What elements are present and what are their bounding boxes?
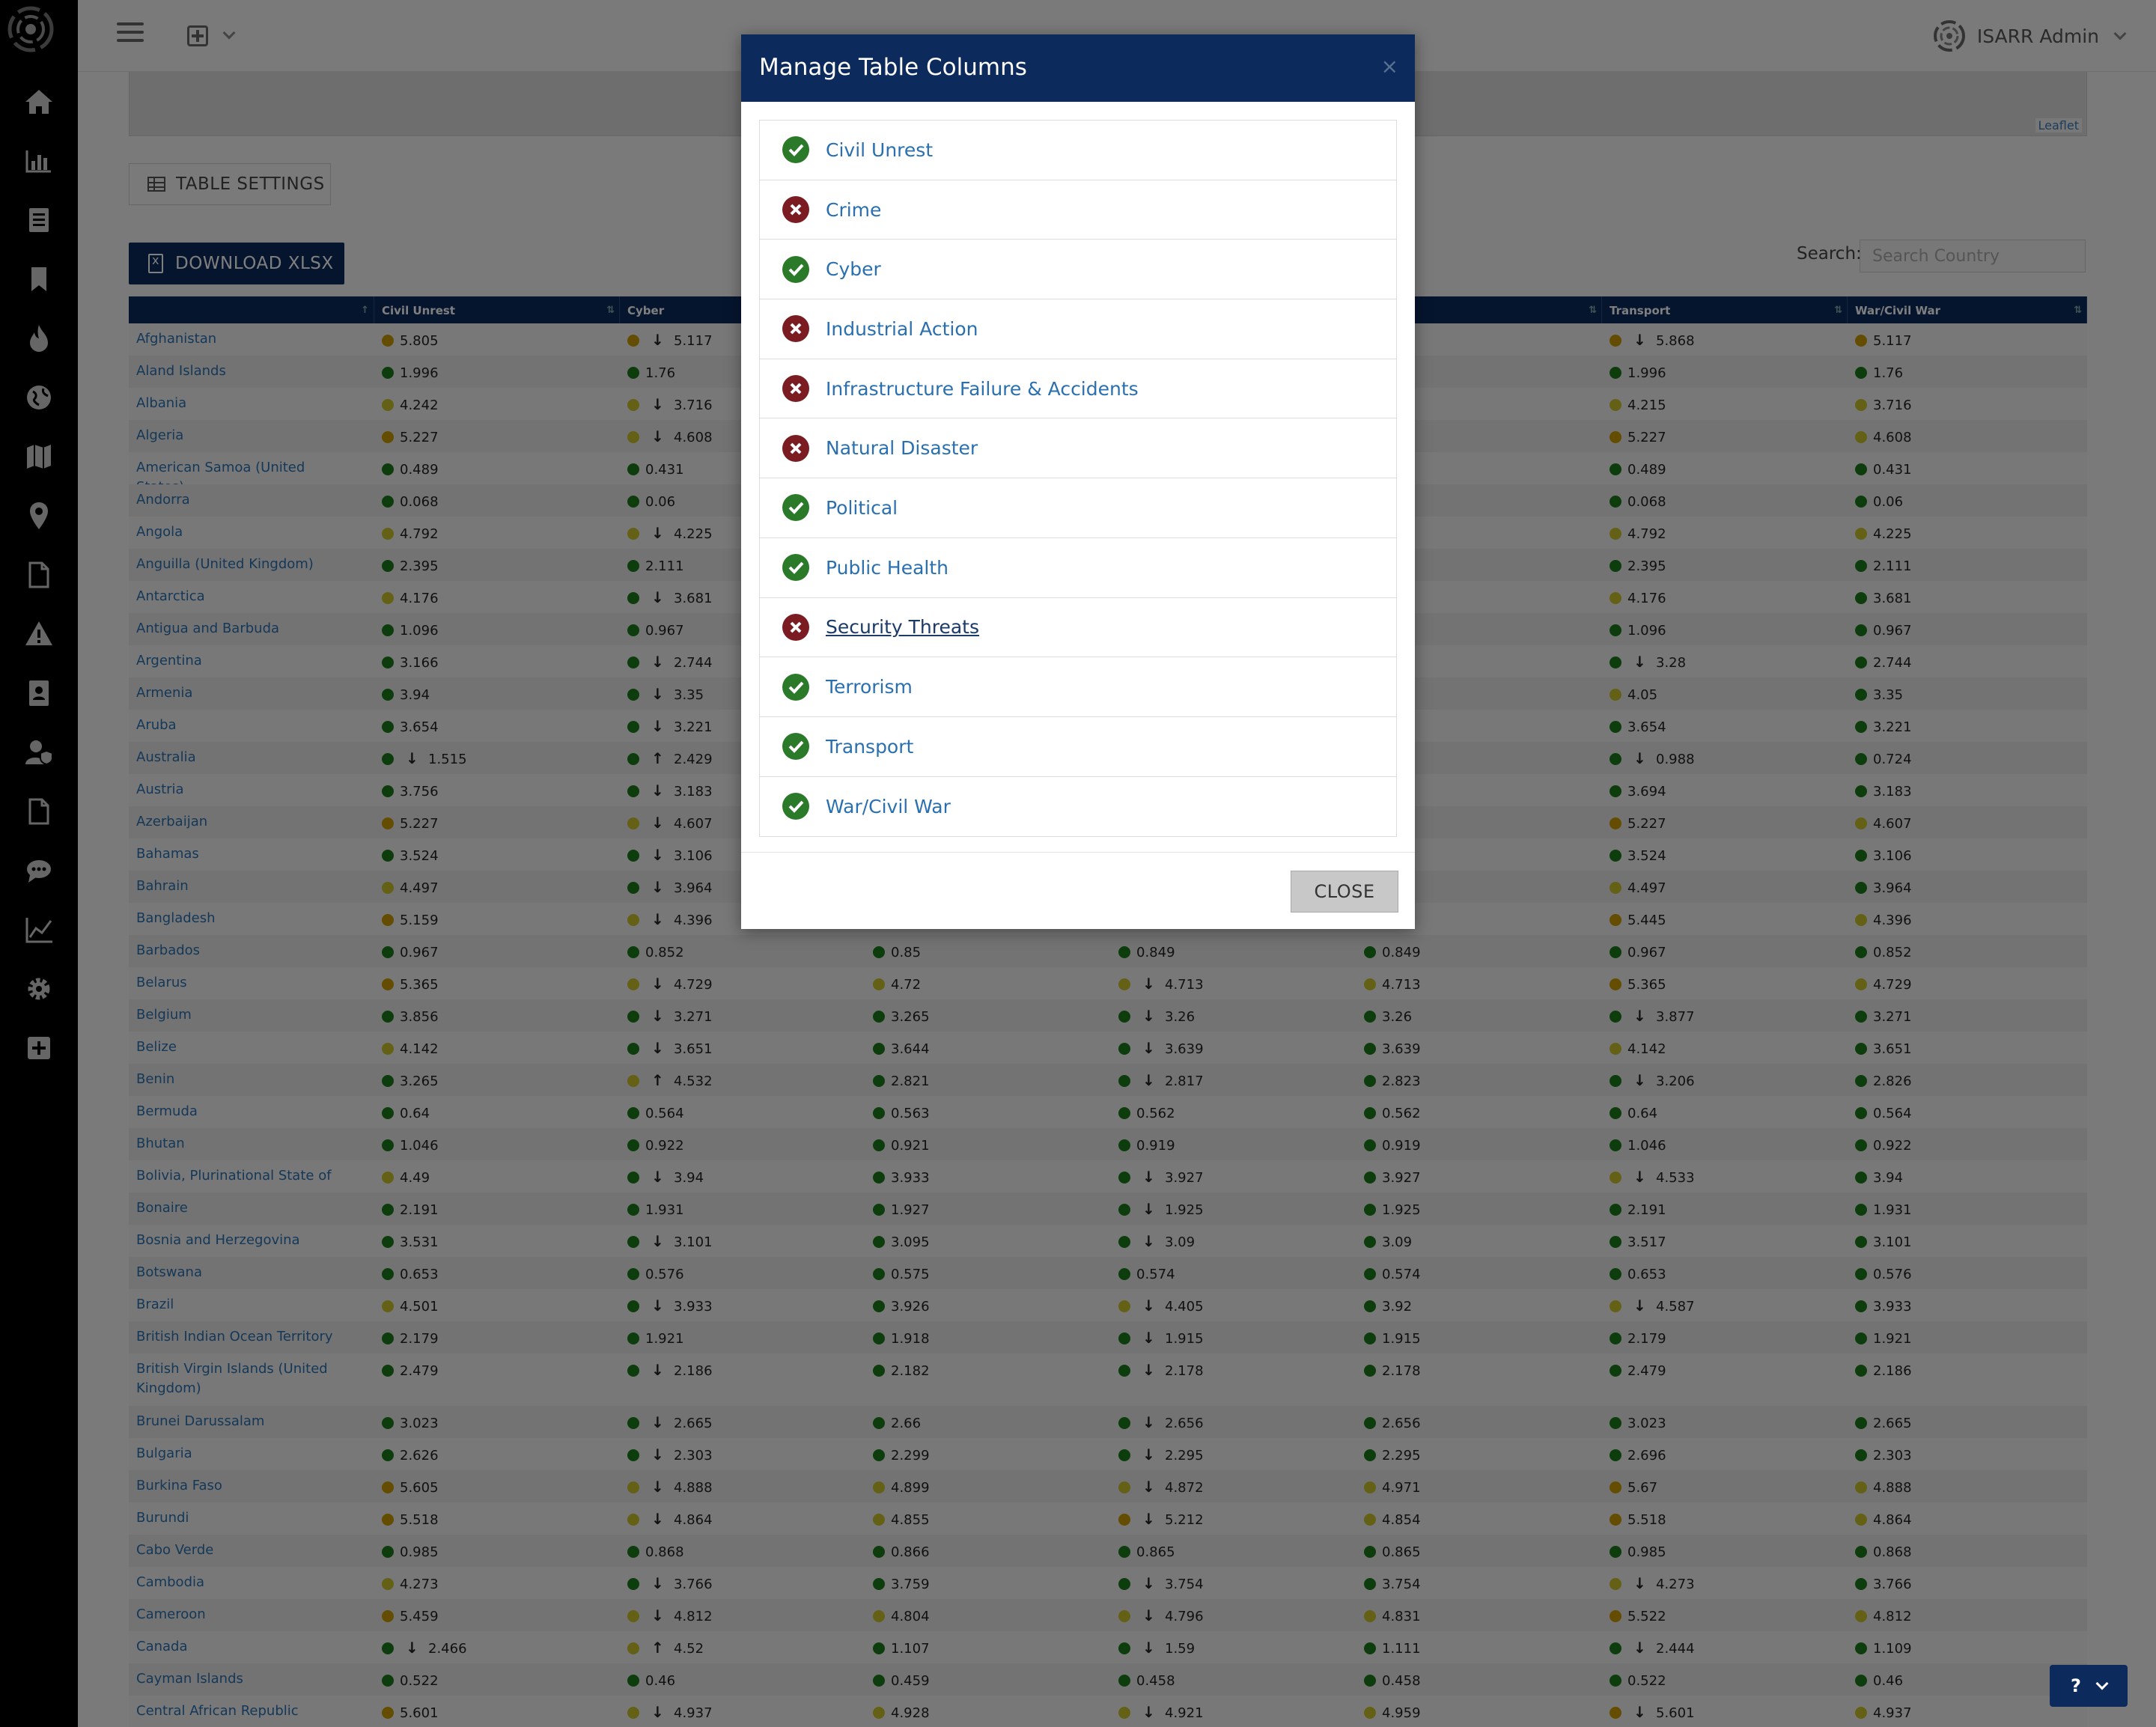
close-button[interactable]: CLOSE	[1291, 871, 1398, 913]
cross-circle-icon[interactable]	[782, 434, 809, 462]
column-toggle-label[interactable]: Public Health	[826, 557, 948, 579]
column-toggle-list: Civil Unrest Crime Cyber Industrial Action I…	[759, 120, 1397, 838]
modal-header: Manage Table Columns ×	[741, 34, 1415, 102]
modal-footer: CLOSE	[741, 852, 1415, 929]
column-toggle-label[interactable]: War/Civil War	[826, 796, 951, 817]
help-chevron-icon	[2095, 1677, 2109, 1690]
column-toggle-item[interactable]: Public Health	[760, 538, 1396, 598]
cross-circle-icon[interactable]	[782, 315, 809, 343]
cross-circle-icon[interactable]	[782, 196, 809, 224]
column-toggle-item[interactable]: Infrastructure Failure & Accidents	[760, 359, 1396, 419]
column-toggle-item[interactable]: Terrorism	[760, 657, 1396, 717]
column-toggle-label[interactable]: Political	[826, 497, 898, 519]
column-toggle-item[interactable]: Crime	[760, 180, 1396, 240]
column-toggle-label[interactable]: Industrial Action	[826, 318, 978, 340]
modal-title: Manage Table Columns	[759, 54, 1027, 81]
column-toggle-label[interactable]: Crime	[826, 199, 881, 221]
column-toggle-item[interactable]: Civil Unrest	[760, 121, 1396, 180]
cross-circle-icon[interactable]	[782, 613, 809, 641]
modal-close-icon[interactable]: ×	[1381, 54, 1398, 79]
column-toggle-item[interactable]: Transport	[760, 717, 1396, 777]
column-toggle-item[interactable]: Industrial Action	[760, 299, 1396, 359]
check-circle-icon[interactable]	[782, 255, 809, 283]
help-icon: ?	[2071, 1675, 2081, 1696]
check-circle-icon[interactable]	[782, 494, 809, 522]
column-toggle-item[interactable]: Security Threats	[760, 598, 1396, 658]
column-toggle-label[interactable]: Natural Disaster	[826, 437, 978, 459]
column-toggle-item[interactable]: Cyber	[760, 240, 1396, 300]
column-toggle-label[interactable]: Terrorism	[826, 676, 913, 698]
cross-circle-icon[interactable]	[782, 375, 809, 403]
column-toggle-item[interactable]: Political	[760, 478, 1396, 538]
check-circle-icon[interactable]	[782, 733, 809, 761]
column-toggle-label[interactable]: Security Threats	[826, 616, 979, 638]
check-circle-icon[interactable]	[782, 793, 809, 820]
column-toggle-label[interactable]: Civil Unrest	[826, 139, 933, 161]
check-circle-icon[interactable]	[782, 554, 809, 582]
column-toggle-item[interactable]: Natural Disaster	[760, 418, 1396, 479]
help-widget[interactable]: ?	[2050, 1665, 2128, 1707]
column-toggle-label[interactable]: Infrastructure Failure & Accidents	[826, 378, 1139, 400]
check-circle-icon[interactable]	[782, 673, 809, 701]
check-circle-icon[interactable]	[782, 136, 809, 164]
column-toggle-item[interactable]: War/Civil War	[760, 777, 1396, 837]
column-toggle-label[interactable]: Transport	[826, 736, 913, 758]
manage-columns-modal: Manage Table Columns × Civil Unrest Crime…	[741, 34, 1415, 929]
column-toggle-label[interactable]: Cyber	[826, 258, 881, 280]
